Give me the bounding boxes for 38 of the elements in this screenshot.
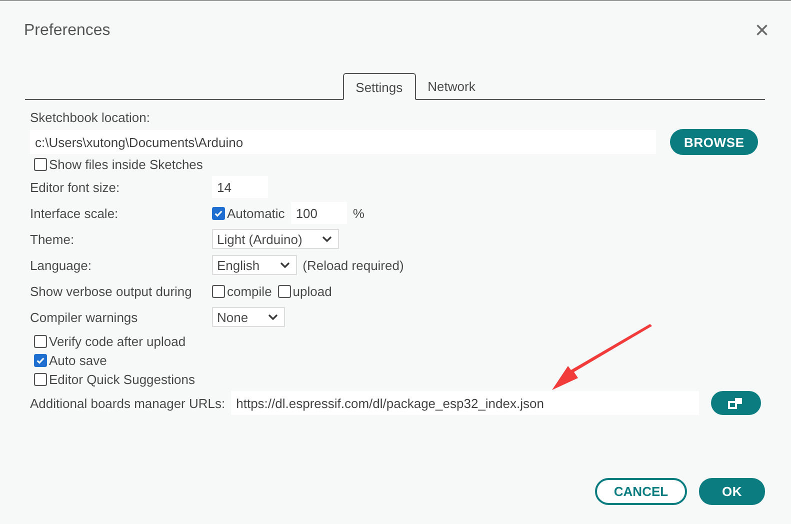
setting-label: Interface scale: <box>30 206 120 220</box>
option-checkbox[interactable]: Verify code after upload <box>34 332 761 351</box>
automatic-checkbox[interactable]: Automatic <box>212 204 285 222</box>
setting-label: Language: <box>30 258 92 272</box>
window-title: Preferences <box>24 22 110 40</box>
dropdown[interactable]: None <box>212 307 286 327</box>
chevron-down-icon <box>322 236 332 242</box>
sketchbook-field[interactable]: c:\Users\xutong\Documents\Arduino <box>30 130 656 154</box>
percent-label: % <box>352 206 364 220</box>
option-checkbox[interactable]: Auto save <box>34 351 761 370</box>
setting-label: Show verbose output during <box>30 284 193 298</box>
browse-button[interactable]: BROWSE <box>670 129 758 155</box>
windows-icon <box>728 396 744 410</box>
chevron-down-icon <box>268 314 278 320</box>
scale-field[interactable]: 100 <box>290 202 347 224</box>
dialog-button[interactable]: OK <box>699 478 765 505</box>
dropdown[interactable]: English <box>212 255 297 275</box>
setting-label: Additional boards manager URLs: <box>30 396 226 410</box>
dialog-button[interactable]: CANCEL <box>595 478 687 505</box>
verbose-checkbox[interactable]: compile <box>212 282 272 300</box>
field-label: Sketchbook location: <box>30 110 151 126</box>
setting-label: Editor font size: <box>30 180 121 194</box>
reload-note: (Reload required) <box>302 258 404 272</box>
show-files-checkbox[interactable]: Show files inside Sketches <box>34 155 761 174</box>
dropdown[interactable]: Light (Arduino) <box>212 229 340 249</box>
verbose-checkbox[interactable]: upload <box>278 282 332 300</box>
open-window-button[interactable] <box>711 391 761 415</box>
setting-label: Theme: <box>30 232 76 246</box>
tab[interactable]: Settings <box>342 73 416 100</box>
chevron-down-icon <box>280 262 290 268</box>
checkmark-icon <box>214 208 223 218</box>
close-button[interactable]: × <box>754 21 769 41</box>
checkmark-icon <box>36 356 45 365</box>
tab[interactable]: Network <box>416 73 488 100</box>
option-checkbox[interactable]: Editor Quick Suggestions <box>34 370 761 389</box>
urls-field[interactable]: https://dl.espressif.com/dl/package_esp32_index.json <box>231 391 700 415</box>
setting-label: Compiler warnings <box>30 310 139 324</box>
font-size-field[interactable]: 14 <box>212 176 268 198</box>
